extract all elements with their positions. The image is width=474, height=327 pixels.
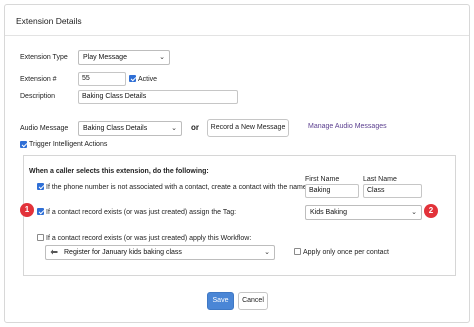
apply-workflow-label: If a contact record exists (or was just … xyxy=(46,235,252,242)
active-checkbox[interactable] xyxy=(129,75,136,82)
create-contact-label: If the phone number is not associated wi… xyxy=(46,184,309,191)
extension-number-input[interactable]: 55 xyxy=(78,72,126,86)
annotation-badge-1: 1 xyxy=(20,203,34,217)
apply-workflow-checkbox[interactable] xyxy=(37,234,44,241)
extension-type-value: Play Message xyxy=(83,54,127,61)
active-label: Active xyxy=(138,76,158,83)
workflow-select[interactable]: Register for January kids baking class ⌄ xyxy=(45,245,275,260)
audio-message-select[interactable]: Baking Class Details ⌄ xyxy=(78,121,182,136)
trigger-intelligent-actions-label: Trigger Intelligent Actions xyxy=(29,141,108,148)
description-input[interactable]: Baking Class Details xyxy=(78,90,238,104)
tag-value: Kids Baking xyxy=(310,209,347,216)
cancel-button[interactable]: Cancel xyxy=(238,292,268,310)
assign-tag-label: If a contact record exists (or was just … xyxy=(46,209,237,216)
first-name-input[interactable]: Baking xyxy=(305,184,359,198)
annotation-badge-2: 2 xyxy=(424,204,438,218)
chevron-down-icon: ⌄ xyxy=(171,125,177,132)
intelligent-actions-box: When a caller selects this extension, do… xyxy=(23,155,456,276)
create-contact-checkbox[interactable] xyxy=(37,183,44,190)
title-divider xyxy=(5,35,469,36)
apply-once-label: Apply only once per contact xyxy=(303,249,389,256)
chevron-down-icon: ⌄ xyxy=(159,54,165,61)
description-label: Description xyxy=(20,93,56,100)
or-text: or xyxy=(191,123,199,132)
first-name-label: First Name xyxy=(305,176,340,183)
extension-type-label: Extension Type xyxy=(20,54,68,61)
audio-message-value: Baking Class Details xyxy=(83,125,148,132)
tag-select[interactable]: Kids Baking ⌄ xyxy=(305,205,422,220)
extension-number-label: Extension # xyxy=(20,76,57,83)
workflow-icon xyxy=(50,249,58,255)
actions-heading: When a caller selects this extension, do… xyxy=(29,168,209,175)
chevron-down-icon: ⌄ xyxy=(264,249,270,256)
apply-once-checkbox[interactable] xyxy=(294,248,301,255)
trigger-intelligent-actions-checkbox[interactable] xyxy=(20,141,27,148)
last-name-input[interactable]: Class xyxy=(363,184,422,198)
extension-type-select[interactable]: Play Message ⌄ xyxy=(78,50,170,65)
last-name-label: Last Name xyxy=(363,176,397,183)
assign-tag-checkbox[interactable] xyxy=(37,208,44,215)
manage-audio-messages-link[interactable]: Manage Audio Messages xyxy=(308,123,387,130)
audio-message-label: Audio Message xyxy=(20,125,69,132)
save-button[interactable]: Save xyxy=(207,292,234,310)
chevron-down-icon: ⌄ xyxy=(411,209,417,216)
panel-title: Extension Details xyxy=(16,16,82,26)
workflow-value: Register for January kids baking class xyxy=(64,249,182,256)
record-new-message-button[interactable]: Record a New Message xyxy=(207,119,289,137)
